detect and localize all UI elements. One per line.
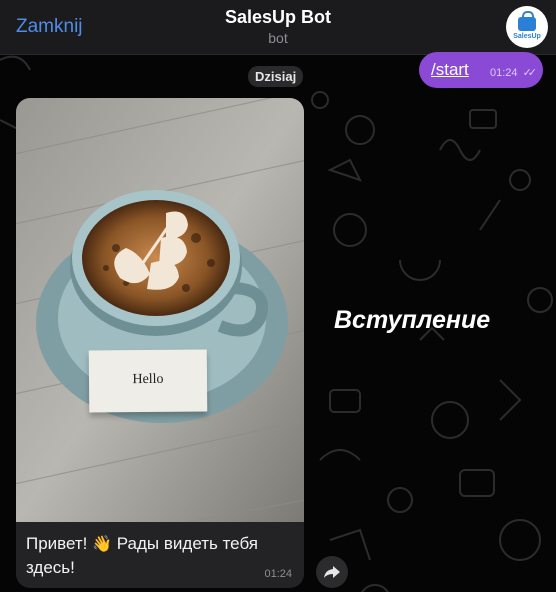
bot-avatar[interactable]: SalesUp xyxy=(506,6,548,48)
date-separator: Dzisiaj xyxy=(248,66,304,87)
intro-label: Вступление xyxy=(334,306,491,334)
command-link[interactable]: /start xyxy=(431,60,469,80)
message-time: 01:24 xyxy=(264,568,292,580)
share-arrow-icon xyxy=(324,566,340,578)
hello-card-text: Hello xyxy=(132,371,164,388)
shopping-bag-icon xyxy=(518,10,536,31)
chat-title-block: SalesUp Bot bot xyxy=(0,7,556,46)
chat-subtitle: bot xyxy=(268,30,288,46)
double-check-icon: ✓✓ xyxy=(522,67,538,79)
coffee-photo[interactable] xyxy=(16,98,304,522)
avatar-logo-text: SalesUp xyxy=(513,32,541,40)
chat-title: SalesUp Bot xyxy=(224,7,332,27)
message-time: 01:24 xyxy=(489,67,518,79)
chat-header: Zamknij SalesUp Bot bot SalesUp xyxy=(0,0,556,55)
caption-text-start: Привет! xyxy=(26,534,93,553)
message-meta: 01:24 ✓✓ xyxy=(489,66,538,79)
message-caption: Привет! 👋 Рады видеть тебя здесь! xyxy=(26,532,296,579)
share-button[interactable] xyxy=(316,556,348,588)
incoming-message[interactable]: Hello Привет! 👋 Рады видеть тебя здесь! … xyxy=(16,98,304,588)
hello-card: Hello xyxy=(88,349,208,413)
waving-hand-icon: 👋 xyxy=(92,536,113,553)
outgoing-message[interactable]: /start 01:24 ✓✓ xyxy=(419,52,543,88)
